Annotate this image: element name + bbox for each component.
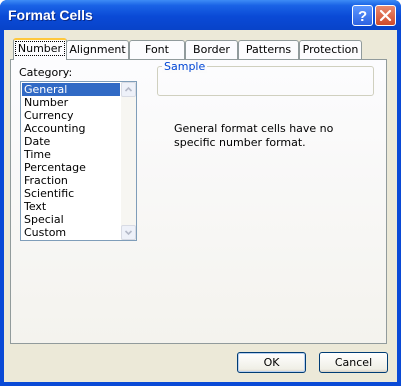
category-item-scientific[interactable]: Scientific xyxy=(22,187,120,200)
svg-text:?: ? xyxy=(358,8,367,25)
category-item-date[interactable]: Date xyxy=(22,135,120,148)
cancel-button[interactable]: Cancel xyxy=(319,352,388,373)
category-scrollbar[interactable] xyxy=(121,82,136,240)
tab-patterns-label: Patterns xyxy=(245,43,292,56)
tab-alignment[interactable]: Alignment xyxy=(66,40,129,59)
tab-number-label: Number xyxy=(14,41,66,56)
category-item-fraction[interactable]: Fraction xyxy=(22,174,120,187)
ok-button[interactable]: OK xyxy=(237,352,306,373)
category-item-general[interactable]: General xyxy=(22,83,120,96)
tab-border[interactable]: Border xyxy=(185,40,238,59)
help-button[interactable]: ? xyxy=(352,5,373,26)
category-label: Category: xyxy=(19,66,73,79)
tab-patterns[interactable]: Patterns xyxy=(238,40,299,59)
category-item-text[interactable]: Text xyxy=(22,200,120,213)
category-item-currency[interactable]: Currency xyxy=(22,109,120,122)
category-item-percentage[interactable]: Percentage xyxy=(22,161,120,174)
title-bar[interactable]: Format Cells ? xyxy=(0,0,401,30)
tab-border-label: Border xyxy=(193,43,230,56)
category-item-time[interactable]: Time xyxy=(22,148,120,161)
tab-font[interactable]: Font xyxy=(129,40,185,59)
format-description: General format cells have no specific nu… xyxy=(174,122,334,149)
tab-font-label: Font xyxy=(145,43,169,56)
sample-label: Sample xyxy=(162,60,208,73)
scroll-up-icon xyxy=(124,86,133,92)
close-icon xyxy=(379,9,392,22)
category-item-accounting[interactable]: Accounting xyxy=(22,122,120,135)
window-title: Format Cells xyxy=(8,7,93,23)
category-listbox[interactable]: General Number Currency Accounting Date … xyxy=(20,81,137,241)
dialog-client-area: Number Alignment Font Border Patterns Pr… xyxy=(4,30,397,382)
category-item-custom[interactable]: Custom xyxy=(22,226,120,239)
sample-group: Sample xyxy=(157,60,374,96)
scroll-up-button[interactable] xyxy=(121,82,136,97)
category-item-special[interactable]: Special xyxy=(22,213,120,226)
close-button[interactable] xyxy=(375,5,396,26)
number-tab-panel: Category: General Number Currency Accoun… xyxy=(10,59,387,344)
scroll-down-button[interactable] xyxy=(121,225,136,240)
category-item-number[interactable]: Number xyxy=(22,96,120,109)
tab-number[interactable]: Number xyxy=(13,38,67,60)
tab-alignment-label: Alignment xyxy=(69,43,126,56)
scroll-down-icon xyxy=(124,230,133,236)
tab-protection[interactable]: Protection xyxy=(299,40,362,59)
tab-protection-label: Protection xyxy=(302,43,359,56)
help-icon: ? xyxy=(358,8,367,25)
format-cells-dialog: Format Cells ? Number Alignment Font Bor… xyxy=(0,0,401,386)
